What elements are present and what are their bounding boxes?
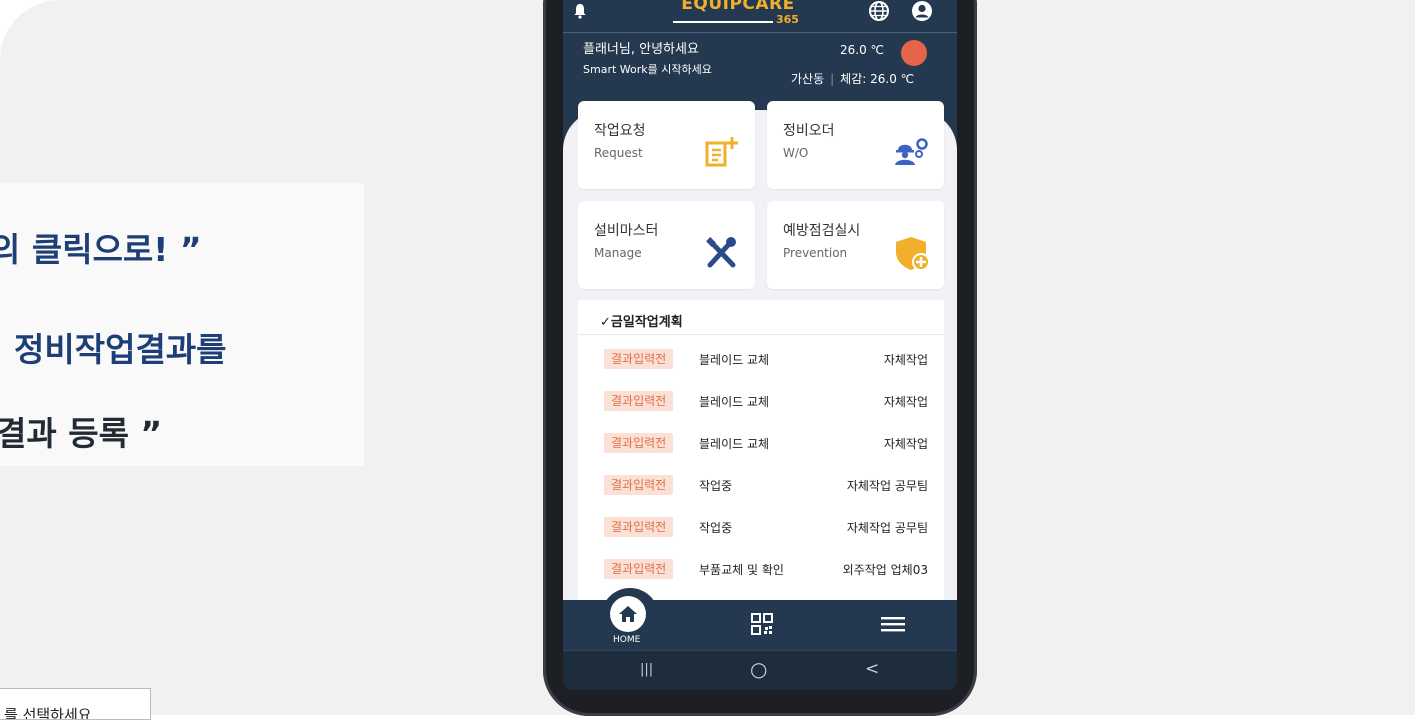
work-order-card[interactable]: 정비오더 W/O [767,101,944,189]
shield-plus-icon [896,237,930,271]
status-badge: 결과입력전 [604,349,674,369]
card-subtitle: Manage [594,246,642,260]
location-name: 가산동 [791,72,825,86]
task-name: 작업중 [699,479,733,493]
logo-sub: 365 [776,13,799,26]
location-separator: | [830,72,835,86]
recent-apps-button[interactable]: ||| [640,662,653,677]
card-subtitle: W/O [783,146,809,160]
system-home-button[interactable]: ○ [750,657,767,681]
hamburger-menu-icon[interactable] [881,614,905,634]
document-add-icon [705,137,738,167]
app-top-bar: EQUIPCARE 365 [563,0,957,32]
qr-code-icon[interactable] [751,613,773,635]
status-badge: 결과입력전 [604,517,674,537]
work-request-card[interactable]: 작업요청 Request [578,101,755,189]
task-name: 블레이드 교체 [699,353,770,367]
subgreeting-text: Smart Work를 시작하세요 [583,63,712,76]
card-title: 정비오더 [783,123,835,139]
plan-row[interactable]: 결과입력전 블레이드 교체 자체작업 [578,424,944,466]
task-assignee: 자체작업 공무팀 [846,479,928,493]
task-assignee: 자체작업 공무팀 [846,521,928,535]
bell-icon[interactable] [572,3,588,19]
preventive-inspection-card[interactable]: 예방점검실시 Prevention [767,201,944,289]
header-divider [563,32,957,33]
status-badge: 결과입력전 [604,559,674,579]
callout-line-1: 의 클릭으로! ” [0,230,202,269]
status-badge: 결과입력전 [604,475,674,495]
callout-line-2: , 정비작업결과를 [0,330,227,369]
home-tab-label: HOME [613,635,641,645]
logo-underline [673,21,773,23]
home-tab[interactable] [610,596,646,632]
phone-screen: EQUIPCARE 365 플래너님, 안녕하세요 Smart Work를 시작… [563,0,957,690]
app-logo: EQUIPCARE 365 [668,0,808,28]
card-subtitle: Prevention [783,246,848,260]
task-assignee: 자체작업 [883,395,928,409]
worker-gear-icon [895,138,928,165]
task-assignee: 자체작업 [883,437,928,451]
task-assignee: 외주작업 업체03 [842,563,928,577]
plan-row[interactable]: 결과입력전 작업중 자체작업 공무팀 [578,466,944,508]
bottom-navigation: HOME [563,588,957,650]
callout-box: 의 클릭으로! ” , 정비작업결과를 결과 등록 ” [0,183,364,466]
system-back-button[interactable]: < [865,659,879,679]
tools-icon [706,237,736,268]
card-title: 작업요청 [594,123,646,139]
temperature-value: 26.0 ℃ [840,43,885,57]
task-name: 부품교체 및 확인 [699,563,784,577]
globe-icon[interactable] [868,0,890,22]
plan-row[interactable]: 결과입력전 블레이드 교체 자체작업 [578,340,944,382]
system-navigation-bar: ||| ○ < [563,650,957,690]
plan-row[interactable]: 결과입력전 작업중 자체작업 공무팀 [578,508,944,550]
task-name: 블레이드 교체 [699,437,770,451]
feels-like: 체감: 26.0 ℃ [840,72,915,86]
plan-title: ✓금일작업계획 [600,315,683,330]
today-work-plan: ✓금일작업계획 결과입력전 블레이드 교체 자체작업 결과입력전 블레이드 교체… [578,300,944,600]
home-icon [619,606,637,622]
task-name: 블레이드 교체 [699,395,770,409]
greeting-text: 플래너님, 안녕하세요 [583,42,699,57]
task-name: 작업중 [699,521,733,535]
status-badge: 결과입력전 [604,433,674,453]
plan-row[interactable]: 결과입력전 부품교체 및 확인 외주작업 업체03 [578,550,944,592]
card-title: 설비마스터 [594,223,659,239]
instruction-text: 를 선택하세요 [4,706,92,720]
location-row: 가산동 | 체감: 26.0 ℃ [791,70,914,87]
weather-sun-icon [901,40,927,66]
plan-header: ✓금일작업계획 [578,300,944,335]
plan-row[interactable]: 결과입력전 블레이드 교체 자체작업 [578,382,944,424]
card-subtitle: Request [594,146,643,160]
card-title: 예방점검실시 [783,223,861,239]
status-badge: 결과입력전 [604,391,674,411]
equipment-master-card[interactable]: 설비마스터 Manage [578,201,755,289]
user-account-icon[interactable] [911,0,933,22]
task-assignee: 자체작업 [883,353,928,367]
callout-line-3: 결과 등록 ” [0,414,163,453]
instruction-box: 를 선택하세요 [0,688,151,720]
logo-text: EQUIPCARE [681,0,795,14]
